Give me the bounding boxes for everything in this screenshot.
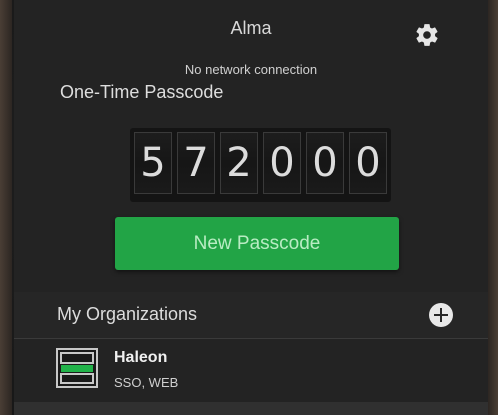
passcode-digit: 0 — [306, 132, 344, 194]
passcode-digit: 7 — [177, 132, 215, 194]
network-status-message: No network connection — [184, 62, 318, 77]
device-bezel-right — [488, 0, 498, 415]
gear-icon[interactable] — [414, 22, 440, 48]
next-list-item-edge — [14, 402, 488, 415]
passcode-digit: 0 — [263, 132, 301, 194]
organizations-header: My Organizations — [14, 292, 488, 338]
passcode-display: 5 7 2 0 0 0 — [130, 128, 391, 202]
organization-list-item[interactable]: Haleon SSO, WEB — [14, 340, 488, 400]
plus-circle-icon[interactable] — [429, 303, 453, 327]
passcode-digit: 0 — [349, 132, 387, 194]
passcode-label: One-Time Passcode — [60, 82, 224, 102]
device-bezel-left — [0, 0, 12, 415]
organizations-title: My Organizations — [57, 304, 198, 324]
divider — [14, 338, 488, 339]
new-passcode-button[interactable]: New Passcode — [115, 217, 399, 270]
organization-logo-icon — [56, 348, 98, 388]
passcode-digit: 2 — [220, 132, 258, 194]
app-screen: Alma No network connection One-Time Pass… — [14, 0, 488, 415]
organization-auth-types: SSO, WEB — [114, 375, 179, 390]
phone-frame: Alma No network connection One-Time Pass… — [0, 0, 498, 415]
organization-name: Haleon — [114, 349, 168, 366]
passcode-digit: 5 — [134, 132, 172, 194]
